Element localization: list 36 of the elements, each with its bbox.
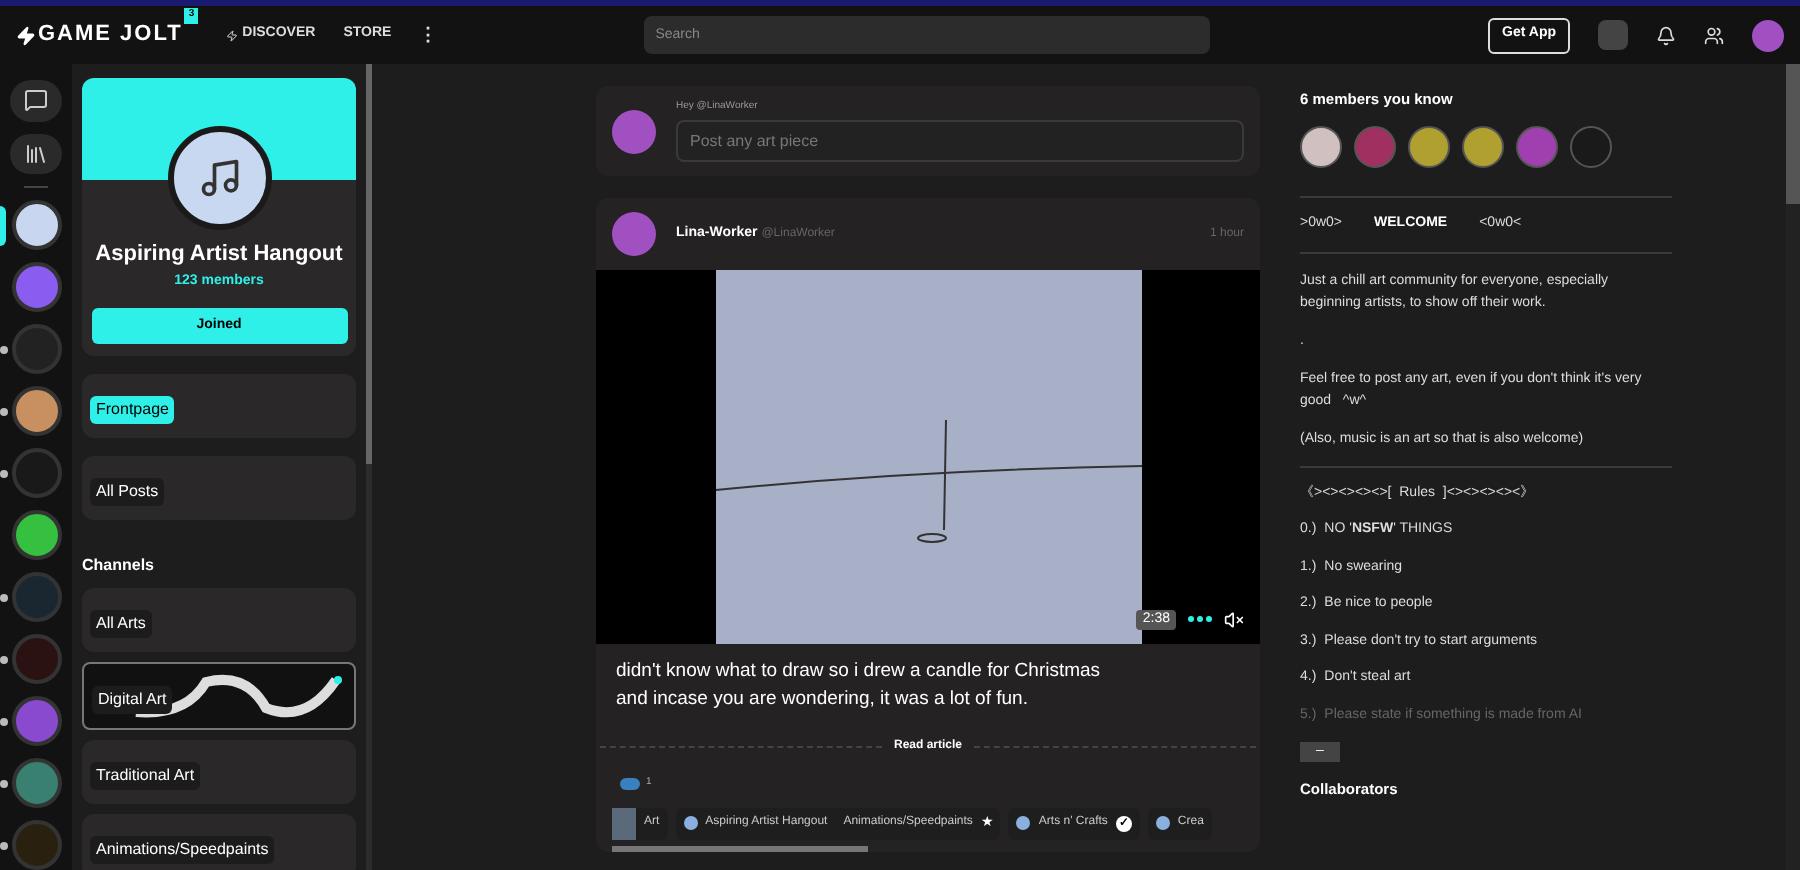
community-avatar[interactable] [11,386,61,437]
member-avatar[interactable] [1462,126,1504,169]
author-avatar [612,212,656,256]
page-scrollbar-thumb[interactable] [1786,64,1800,204]
sticker-icon[interactable] [620,777,640,790]
game-thumbnail [612,807,636,839]
bolt-icon [226,29,239,41]
channel-tab[interactable]: Animations/Speedpaints [90,836,275,864]
mute-icon[interactable] [1224,609,1244,630]
page-tab[interactable]: Frontpage [90,396,175,424]
horizontal-scrollbar[interactable] [612,845,868,851]
user-avatar[interactable] [1752,19,1784,51]
member-avatar[interactable] [1408,126,1450,169]
post-text: didn't know what to draw so i drew a candle for Christmas and incase you are wondering, it was a lot of fun. [614,658,1103,714]
channel-tab[interactable]: Traditional Art [90,762,201,790]
user-avatar [612,109,656,153]
community-name: Aspiring Artist Hangout [95,240,343,270]
scrollbar-thumb[interactable] [366,64,372,464]
more-menu-button[interactable]: ⋮ [419,21,438,49]
chat-icon[interactable] [10,80,62,122]
community-icon [1155,816,1170,830]
page-tab[interactable]: All Posts [90,478,165,506]
site-logo[interactable]: GAME JOLT [16,18,183,52]
channel-tab[interactable]: Digital Art [92,686,173,714]
loading-dots-icon [1188,616,1212,623]
channel-tab[interactable]: All Arts [90,610,152,638]
notifications-icon[interactable] [1656,25,1676,45]
library-icon[interactable] [10,133,62,175]
community-avatar[interactable] [11,200,61,251]
community-icon [1016,816,1031,830]
community-icon [683,816,698,830]
post-input[interactable]: Post any art piece [676,119,1244,162]
community-avatar[interactable] [11,510,61,561]
channels-heading: Channels [82,554,157,578]
member-avatar[interactable] [1300,126,1342,169]
friends-icon[interactable] [1704,25,1724,45]
